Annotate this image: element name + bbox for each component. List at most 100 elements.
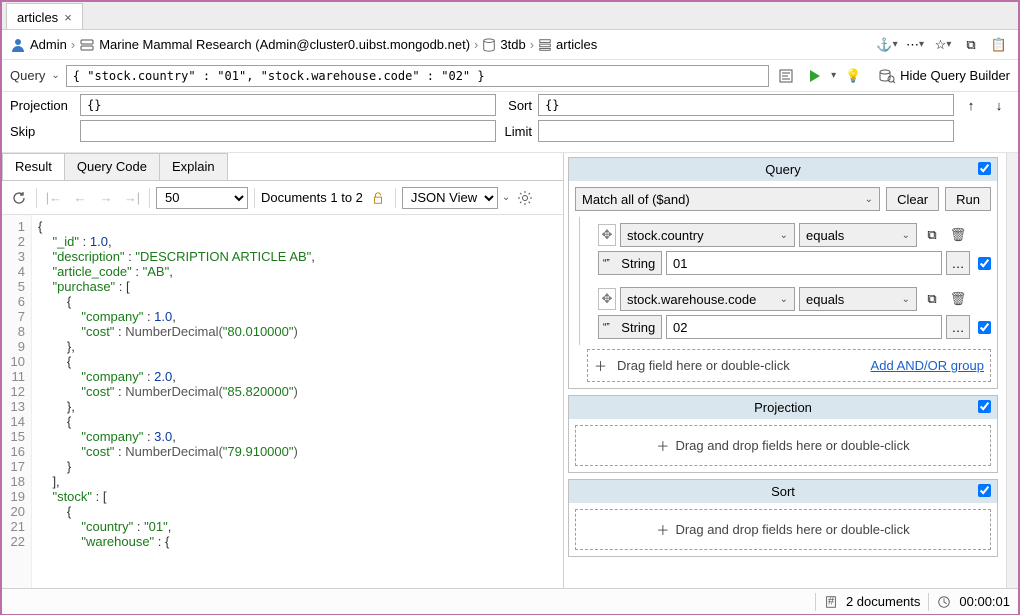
chevron-right-icon: ›	[530, 37, 534, 52]
trash-icon[interactable]: 🗑	[947, 224, 969, 246]
result-tabs: Result Query Code Explain	[2, 153, 563, 181]
cond2-type-select[interactable]: “” String	[598, 315, 662, 339]
prev-page-icon[interactable]: ←	[69, 187, 91, 209]
cond1-type-select[interactable]: “” String	[598, 251, 662, 275]
user-icon	[10, 37, 26, 53]
qb-query-panel: Query Match all of ($and) ⌄ Clear Run ✥ …	[568, 157, 998, 389]
query-label: Query	[10, 68, 45, 83]
tab-result[interactable]: Result	[2, 153, 65, 180]
qb-query-title: Query	[765, 162, 800, 177]
next-page-icon[interactable]: →	[95, 187, 117, 209]
query-dropdown-icon[interactable]: ⌄	[51, 70, 59, 81]
close-icon[interactable]: ×	[64, 10, 72, 25]
refresh-icon[interactable]	[8, 187, 30, 209]
scrollbar[interactable]	[1006, 153, 1018, 588]
duplicate-icon[interactable]: ⧉	[921, 288, 943, 310]
json-viewer[interactable]: 12345678910111213141516171819202122 { "_…	[2, 215, 563, 588]
main-area: Result Query Code Explain |← ← → →| 50 D…	[2, 153, 1018, 588]
cond1-enabled[interactable]	[978, 257, 991, 270]
tab-query-code[interactable]: Query Code	[64, 153, 160, 180]
chevron-right-icon: ›	[474, 37, 478, 52]
hide-qb-label: Hide Query Builder	[900, 68, 1010, 83]
sort-drop-target[interactable]: ＋ Drag and drop fields here or double-cl…	[575, 509, 991, 550]
qb-sort-header: Sort	[569, 480, 997, 503]
plus-icon: ＋	[656, 436, 669, 455]
plus-icon: ＋	[656, 520, 669, 539]
result-toolbar: |← ← → →| 50 Documents 1 to 2 JSON View …	[2, 181, 563, 215]
breadcrumb: Admin › Marine Mammal Research (Admin@cl…	[2, 30, 1018, 60]
clear-button[interactable]: Clear	[886, 187, 939, 211]
gear-icon[interactable]	[514, 187, 536, 209]
qb-top-row: Match all of ($and) ⌄ Clear Run	[569, 181, 997, 217]
skip-label: Skip	[10, 124, 74, 139]
add-group-link[interactable]: Add AND/OR group	[871, 358, 984, 373]
tab-explain[interactable]: Explain	[159, 153, 228, 180]
copy-icon[interactable]: ⧉	[960, 34, 982, 56]
line-gutter: 12345678910111213141516171819202122	[2, 215, 32, 588]
drag-handle-icon[interactable]: ✥	[598, 224, 616, 246]
qb-query-enabled[interactable]	[978, 162, 991, 175]
tab-bar: articles ×	[2, 2, 1018, 30]
paste-icon[interactable]: 📋	[988, 34, 1010, 56]
run-dropdown-icon[interactable]: ▾	[831, 70, 836, 81]
view-dropdown-icon[interactable]: ⌄	[502, 192, 510, 203]
cond2-op-select[interactable]: equals⌄	[799, 287, 917, 311]
condition-2: ✥ stock.warehouse.code⌄ equals⌄ ⧉ 🗑 “” S…	[579, 281, 997, 345]
sort-input[interactable]	[538, 94, 954, 116]
cond1-value-input[interactable]	[666, 251, 942, 275]
trash-icon[interactable]: 🗑	[947, 288, 969, 310]
chevron-right-icon: ›	[71, 37, 75, 52]
query-form: Projection Sort ↑ ↓ Skip Limit	[2, 92, 1018, 153]
cond2-value-input[interactable]	[666, 315, 942, 339]
query-input[interactable]	[66, 65, 769, 87]
view-mode-select[interactable]: JSON View	[402, 187, 498, 209]
cond1-field-select[interactable]: stock.country⌄	[620, 223, 795, 247]
more-icon[interactable]: ⋯▾	[904, 34, 926, 56]
bc-collection[interactable]: articles	[556, 37, 597, 52]
drag-handle-icon[interactable]: ✥	[598, 288, 616, 310]
run-button[interactable]: Run	[945, 187, 991, 211]
json-code[interactable]: { "_id" : 1.0, "description" : "DESCRIPT…	[32, 215, 563, 588]
sort-desc-icon[interactable]: ↓	[988, 94, 1010, 116]
condition-1: ✥ stock.country⌄ equals⌄ ⧉ 🗑 “” String	[579, 217, 997, 281]
last-page-icon[interactable]: →|	[121, 187, 143, 209]
qb-sort-title: Sort	[771, 484, 795, 499]
run-query-button[interactable]	[803, 65, 825, 87]
bc-database[interactable]: 3tdb	[500, 37, 525, 52]
skip-input[interactable]	[80, 120, 496, 142]
lock-icon[interactable]	[367, 187, 389, 209]
plus-icon: ＋	[594, 356, 607, 375]
anchor-icon[interactable]: ⚓▾	[876, 34, 898, 56]
bc-connection[interactable]: Marine Mammal Research (Admin@cluster0.u…	[99, 37, 470, 52]
hint-icon[interactable]: 💡	[842, 65, 864, 87]
cond2-enabled[interactable]	[978, 321, 991, 334]
projection-drop-target[interactable]: ＋ Drag and drop fields here or double-cl…	[575, 425, 991, 466]
match-mode-select[interactable]: Match all of ($and) ⌄	[575, 187, 880, 211]
qb-query-header: Query	[569, 158, 997, 181]
cond2-more-button[interactable]: …	[946, 315, 970, 339]
bc-user[interactable]: Admin	[30, 37, 67, 52]
tab-articles[interactable]: articles ×	[6, 3, 83, 29]
cond1-more-button[interactable]: …	[946, 251, 970, 275]
limit-input[interactable]	[538, 120, 954, 142]
results-pane: Result Query Code Explain |← ← → →| 50 D…	[2, 153, 564, 588]
cond2-field-select[interactable]: stock.warehouse.code⌄	[620, 287, 795, 311]
qb-sort-enabled[interactable]	[978, 484, 991, 497]
qb-projection-header: Projection	[569, 396, 997, 419]
server-icon	[79, 37, 95, 53]
star-icon[interactable]: ☆▾	[932, 34, 954, 56]
sort-asc-icon[interactable]: ↑	[960, 94, 982, 116]
qb-sort-panel: Sort ＋ Drag and drop fields here or doub…	[568, 479, 998, 557]
cond1-op-select[interactable]: equals⌄	[799, 223, 917, 247]
projection-input[interactable]	[80, 94, 496, 116]
hide-query-builder-button[interactable]: Hide Query Builder	[878, 68, 1010, 84]
qb-projection-enabled[interactable]	[978, 400, 991, 413]
sort-label: Sort	[502, 98, 532, 113]
page-size-select[interactable]: 50	[156, 187, 248, 209]
format-icon[interactable]	[775, 65, 797, 87]
drag-field-hint[interactable]: ＋ Drag field here or double-click Add AN…	[587, 349, 991, 382]
first-page-icon[interactable]: |←	[43, 187, 65, 209]
doc-range-label: Documents 1 to 2	[261, 190, 363, 205]
duplicate-icon[interactable]: ⧉	[921, 224, 943, 246]
tab-label: articles	[17, 10, 58, 25]
